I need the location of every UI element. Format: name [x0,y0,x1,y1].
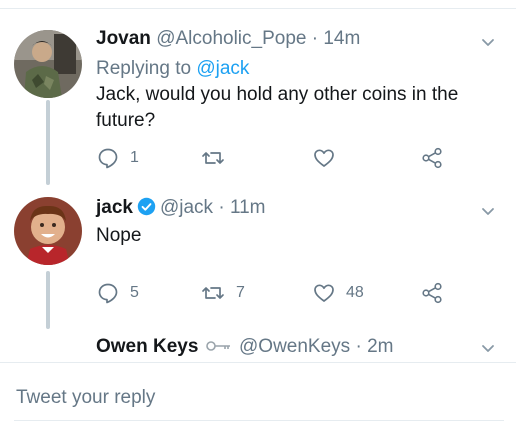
reply-icon [96,281,120,305]
separator-dot: · [311,28,319,49]
author-name[interactable]: Jovan [96,28,151,49]
tweet-reply-input[interactable] [14,383,498,413]
avatar-jack[interactable] [14,197,82,265]
verified-badge-icon [137,197,156,222]
key-icon [205,336,232,358]
timestamp[interactable]: 2m [367,336,393,357]
thread-line [46,100,50,185]
reply-icon [96,146,120,170]
tweet-header: jack @jack · 11m [96,197,266,222]
heart-icon [312,146,336,170]
tweet-header: Jovan @Alcoholic_Pope · 14m [96,28,360,50]
retweet-count: 7 [236,284,245,301]
separator-dot: · [355,336,362,358]
tweet-text: Jack, would you hold any other coins in … [96,84,459,131]
replying-mention[interactable]: @jack [196,58,249,79]
retweet-button[interactable] [200,146,236,170]
like-button[interactable]: 48 [312,281,364,305]
thread-line [46,271,50,329]
timestamp[interactable]: 11m [230,197,266,218]
like-button[interactable] [312,146,346,170]
reply-button[interactable]: 5 [96,281,139,305]
tweet-text: Nope [96,225,142,246]
reply-count: 1 [130,149,139,166]
reply-composer [0,362,516,421]
author-handle[interactable]: @OwenKeys [239,336,350,357]
share-button[interactable] [420,146,444,170]
author-name[interactable]: Owen Keys [96,336,198,357]
timestamp[interactable]: 14m [323,28,360,49]
author-handle[interactable]: @Alcoholic_Pope [156,28,306,49]
tweet-owenkeys[interactable]: Owen Keys @OwenKeys · 2m [0,330,516,362]
share-icon [420,146,444,170]
tweet-actions: 5 7 48 [96,281,456,305]
heart-icon [312,281,336,305]
retweet-icon [200,281,226,305]
author-handle[interactable]: @jack [160,197,213,218]
reply-count: 5 [130,284,139,301]
like-count: 48 [346,284,364,301]
chevron-down-icon[interactable] [480,203,496,219]
retweet-icon [200,146,226,170]
share-button[interactable] [420,281,444,305]
replying-prefix: Replying to [96,58,192,79]
tweet-header: Owen Keys @OwenKeys · 2m [96,336,393,358]
replying-to: Replying to @jack [96,58,249,80]
tweet-actions: 1 [96,146,456,170]
separator-dot: · [218,197,225,218]
chevron-down-icon[interactable] [480,340,496,356]
tweet-jack[interactable]: jack @jack · 11m Nope 5 7 48 [0,185,516,345]
tweet-jovan[interactable]: Jovan @Alcoholic_Pope · 14m Replying to … [0,0,516,185]
chevron-down-icon[interactable] [480,34,496,50]
author-name[interactable]: jack [96,197,133,218]
reply-button[interactable]: 1 [96,146,139,170]
retweet-button[interactable]: 7 [200,281,245,305]
avatar-jovan[interactable] [14,30,82,98]
share-icon [420,281,444,305]
